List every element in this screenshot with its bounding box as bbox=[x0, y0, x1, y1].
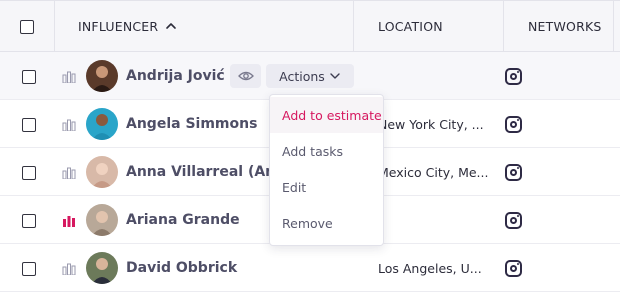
actions-dropdown-button[interactable]: Actions bbox=[266, 64, 354, 88]
table-row[interactable]: David Obbrick Los Angeles, U... bbox=[0, 244, 620, 292]
influencer-name[interactable]: Angela Simmons bbox=[126, 100, 257, 148]
location-cell: Mexico City, Me... bbox=[378, 164, 489, 180]
row-checkbox[interactable] bbox=[22, 262, 36, 276]
stats-icon[interactable] bbox=[62, 117, 76, 131]
row-checkbox[interactable] bbox=[22, 118, 36, 132]
influencer-column-header[interactable]: INFLUENCER bbox=[78, 1, 178, 51]
eye-icon bbox=[237, 71, 254, 81]
instagram-icon[interactable] bbox=[505, 116, 522, 133]
location-column-header[interactable]: LOCATION bbox=[378, 1, 443, 51]
table-header: INFLUENCER LOCATION NETWORKS bbox=[0, 0, 620, 53]
avatar bbox=[86, 252, 118, 284]
instagram-icon[interactable] bbox=[505, 260, 522, 277]
menu-item-edit[interactable]: Edit bbox=[270, 169, 383, 205]
networks-column-label: NETWORKS bbox=[528, 18, 602, 34]
influencer-name[interactable]: Andrija Jović bbox=[126, 52, 225, 100]
avatar bbox=[86, 108, 118, 140]
avatar bbox=[86, 204, 118, 236]
influencer-name[interactable]: Ariana Grande bbox=[126, 196, 240, 244]
location-column-label: LOCATION bbox=[378, 18, 443, 34]
chevron-down-icon bbox=[330, 73, 340, 79]
avatar bbox=[86, 60, 118, 92]
influencer-name[interactable]: David Obbrick bbox=[126, 244, 237, 292]
instagram-icon[interactable] bbox=[505, 164, 522, 181]
influencer-column-label: INFLUENCER bbox=[78, 18, 159, 34]
row-checkbox[interactable] bbox=[22, 166, 36, 180]
influencer-table: INFLUENCER LOCATION NETWORKS Andrija Jov… bbox=[0, 0, 620, 294]
instagram-icon[interactable] bbox=[505, 68, 522, 85]
menu-item-add-to-estimate[interactable]: Add to estimate bbox=[270, 97, 383, 133]
menu-item-remove[interactable]: Remove bbox=[270, 205, 383, 241]
location-cell: New York City, ... bbox=[378, 116, 484, 132]
actions-menu: Add to estimate Add tasks Edit Remove bbox=[269, 94, 384, 246]
stats-icon-active[interactable] bbox=[62, 213, 76, 227]
location-cell: Los Angeles, U... bbox=[378, 260, 482, 276]
menu-item-add-tasks[interactable]: Add tasks bbox=[270, 133, 383, 169]
stats-icon[interactable] bbox=[62, 165, 76, 179]
select-all-checkbox[interactable] bbox=[20, 20, 34, 34]
avatar bbox=[86, 156, 118, 188]
row-checkbox[interactable] bbox=[22, 70, 36, 84]
preview-button[interactable] bbox=[230, 64, 261, 88]
actions-label: Actions bbox=[279, 68, 325, 84]
stats-icon[interactable] bbox=[62, 261, 76, 275]
sort-ascending-icon bbox=[166, 23, 177, 29]
stats-icon[interactable] bbox=[62, 69, 76, 83]
instagram-icon[interactable] bbox=[505, 212, 522, 229]
table-row[interactable]: Andrija Jović Actions bbox=[0, 52, 620, 100]
networks-column-header[interactable]: NETWORKS bbox=[528, 1, 602, 51]
row-checkbox[interactable] bbox=[22, 214, 36, 228]
